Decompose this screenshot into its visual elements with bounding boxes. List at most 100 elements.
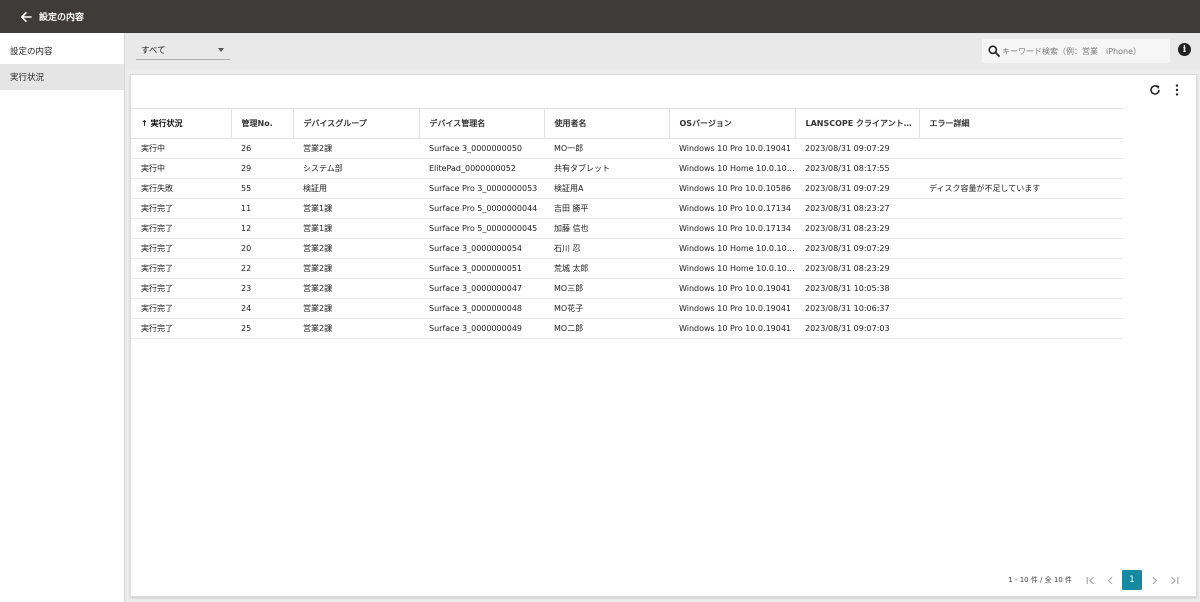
table-row[interactable]: 実行完了 12 営業1課 Surface Pro 5_0000000045 加藤 信也 W…: [131, 218, 1123, 239]
cell-user-name: MO花子: [544, 298, 669, 319]
cell-device-group: 営業2課: [293, 318, 419, 339]
sidebar-item-settings[interactable]: 設定の内容: [0, 38, 124, 64]
cell-device-group: 営業1課: [293, 198, 419, 219]
cell-os-version: Windows 10 Pro 10.0.17134: [669, 218, 795, 239]
column-header-last-communication[interactable]: LANSCOPE クライアント最終通信日時: [794, 108, 919, 139]
cell-error-detail: [919, 198, 1123, 219]
info-icon[interactable]: i: [1178, 43, 1191, 56]
cell-user-name: 共有タブレット: [544, 158, 669, 179]
cell-status: 実行完了: [131, 258, 231, 279]
column-header-device-group[interactable]: デバイスグループ: [292, 108, 419, 139]
cell-last-communication: 2023/08/31 08:23:27: [795, 198, 919, 219]
cell-error-detail: [919, 138, 1123, 159]
cell-os-version: Windows 10 Pro 10.0.10586: [669, 178, 795, 199]
results-card: ↑ 実行状況 管理No. デバイスグループ デバイス管理名 使用者名 OSバージ…: [130, 74, 1197, 597]
cell-error-detail: [919, 278, 1123, 299]
cell-status: 実行完了: [131, 198, 231, 219]
column-header-device-name[interactable]: デバイス管理名: [418, 108, 544, 139]
cell-device-group: 営業2課: [293, 298, 419, 319]
more-vert-icon[interactable]: [1170, 83, 1184, 97]
sort-arrow-up-icon: ↑: [141, 119, 148, 128]
cell-management-no: 23: [231, 278, 293, 299]
cell-management-no: 11: [231, 198, 293, 219]
cell-status: 実行完了: [131, 218, 231, 239]
cell-management-no: 26: [231, 138, 293, 159]
cell-last-communication: 2023/08/31 09:07:03: [795, 318, 919, 339]
card-toolbar: [1148, 83, 1184, 97]
table-row[interactable]: 実行失敗 55 検証用 Surface Pro 3_0000000053 検証用A Win…: [131, 178, 1123, 199]
column-header-os-version[interactable]: OSバージョン: [668, 108, 795, 139]
cell-status: 実行中: [131, 158, 231, 179]
pagination: 1 - 10 件 / 全 10 件 1: [1008, 570, 1184, 590]
refresh-icon[interactable]: [1148, 83, 1162, 97]
filter-bar: すべて i: [126, 33, 1200, 70]
cell-device-group: 営業2課: [293, 258, 419, 279]
column-header-management-no[interactable]: 管理No.: [230, 108, 293, 139]
table-row[interactable]: 実行完了 24 営業2課 Surface 3_0000000048 MO花子 Window…: [131, 298, 1123, 319]
cell-os-version: Windows 10 Home 10.0.10240: [669, 238, 795, 259]
cell-status: 実行完了: [131, 298, 231, 319]
cell-device-name: Surface Pro 5_0000000044: [419, 198, 544, 219]
cell-device-name: Surface Pro 3_0000000053: [419, 178, 544, 199]
cell-last-communication: 2023/08/31 09:07:29: [795, 138, 919, 159]
prev-page-icon[interactable]: [1100, 570, 1120, 590]
sidebar-item-label: 実行状況: [10, 73, 45, 83]
cell-management-no: 12: [231, 218, 293, 239]
status-filter-select[interactable]: すべて: [136, 41, 230, 60]
cell-last-communication: 2023/08/31 09:07:29: [795, 178, 919, 199]
cell-status: 実行中: [131, 138, 231, 159]
cell-management-no: 55: [231, 178, 293, 199]
table-row[interactable]: 実行中 26 営業2課 Surface 3_0000000050 MO一郎 Windows…: [131, 138, 1123, 159]
table-row[interactable]: 実行完了 23 営業2課 Surface 3_0000000047 MO三郎 Window…: [131, 278, 1123, 299]
cell-last-communication: 2023/08/31 08:23:29: [795, 218, 919, 239]
column-header-status[interactable]: ↑ 実行状況: [131, 108, 231, 139]
pagination-range: 1 - 10 件 / 全 10 件: [1008, 576, 1072, 584]
last-page-icon[interactable]: [1164, 570, 1184, 590]
cell-last-communication: 2023/08/31 08:23:29: [795, 258, 919, 279]
cell-device-group: 営業2課: [293, 238, 419, 259]
cell-last-communication: 2023/08/31 09:07:29: [795, 238, 919, 259]
cell-user-name: 石川 忍: [544, 238, 669, 259]
cell-error-detail: [919, 238, 1123, 259]
cell-user-name: 検証用A: [544, 178, 669, 199]
cell-management-no: 29: [231, 158, 293, 179]
arrow-left-icon[interactable]: [19, 10, 33, 24]
table-row[interactable]: 実行完了 20 営業2課 Surface 3_0000000054 石川 忍 Window…: [131, 238, 1123, 259]
cell-device-group: 営業1課: [293, 218, 419, 239]
cell-management-no: 24: [231, 298, 293, 319]
cell-os-version: Windows 10 Pro 10.0.19041: [669, 318, 795, 339]
cell-device-group: 営業2課: [293, 138, 419, 159]
page-button-current[interactable]: 1: [1122, 570, 1142, 590]
cell-device-group: 検証用: [293, 178, 419, 199]
cell-error-detail: [919, 218, 1123, 239]
app-header: 設定の内容: [0, 0, 1200, 33]
sidebar-item-label: 設定の内容: [10, 47, 53, 57]
first-page-icon[interactable]: [1080, 570, 1100, 590]
column-header-error-detail[interactable]: エラー詳細: [918, 108, 1123, 139]
table-row[interactable]: 実行中 29 システム部 ElitePad_0000000052 共有タブレット Wind…: [131, 158, 1123, 179]
cell-error-detail: ディスク容量が不足しています: [919, 178, 1123, 199]
table-row[interactable]: 実行完了 25 営業2課 Surface 3_0000000049 MO二郎 Window…: [131, 318, 1123, 339]
cell-user-name: 加藤 信也: [544, 218, 669, 239]
cell-device-name: Surface 3_0000000051: [419, 258, 544, 279]
cell-management-no: 25: [231, 318, 293, 339]
sidebar-item-execution-status[interactable]: 実行状況: [0, 64, 124, 90]
cell-management-no: 22: [231, 258, 293, 279]
cell-last-communication: 2023/08/31 08:17:55: [795, 158, 919, 179]
cell-os-version: Windows 10 Pro 10.0.17134: [669, 198, 795, 219]
page-title: 設定の内容: [39, 13, 85, 23]
cell-device-name: Surface 3_0000000054: [419, 238, 544, 259]
next-page-icon[interactable]: [1144, 570, 1164, 590]
cell-device-name: Surface 3_0000000049: [419, 318, 544, 339]
cell-device-name: Surface 3_0000000050: [419, 138, 544, 159]
column-header-user-name[interactable]: 使用者名: [543, 108, 669, 139]
table-row[interactable]: 実行完了 22 営業2課 Surface 3_0000000051 荒城 太郎 Windo…: [131, 258, 1123, 279]
cell-os-version: Windows 10 Pro 10.0.19041: [669, 278, 795, 299]
cell-error-detail: [919, 258, 1123, 279]
cell-user-name: 吉田 勝平: [544, 198, 669, 219]
cell-status: 実行完了: [131, 318, 231, 339]
execution-status-table: ↑ 実行状況 管理No. デバイスグループ デバイス管理名 使用者名 OSバージ…: [131, 108, 1123, 339]
table-row[interactable]: 実行完了 11 営業1課 Surface Pro 5_0000000044 吉田 勝平 W…: [131, 198, 1123, 219]
search-icon: [988, 45, 1000, 57]
search-input[interactable]: [1002, 46, 1162, 56]
